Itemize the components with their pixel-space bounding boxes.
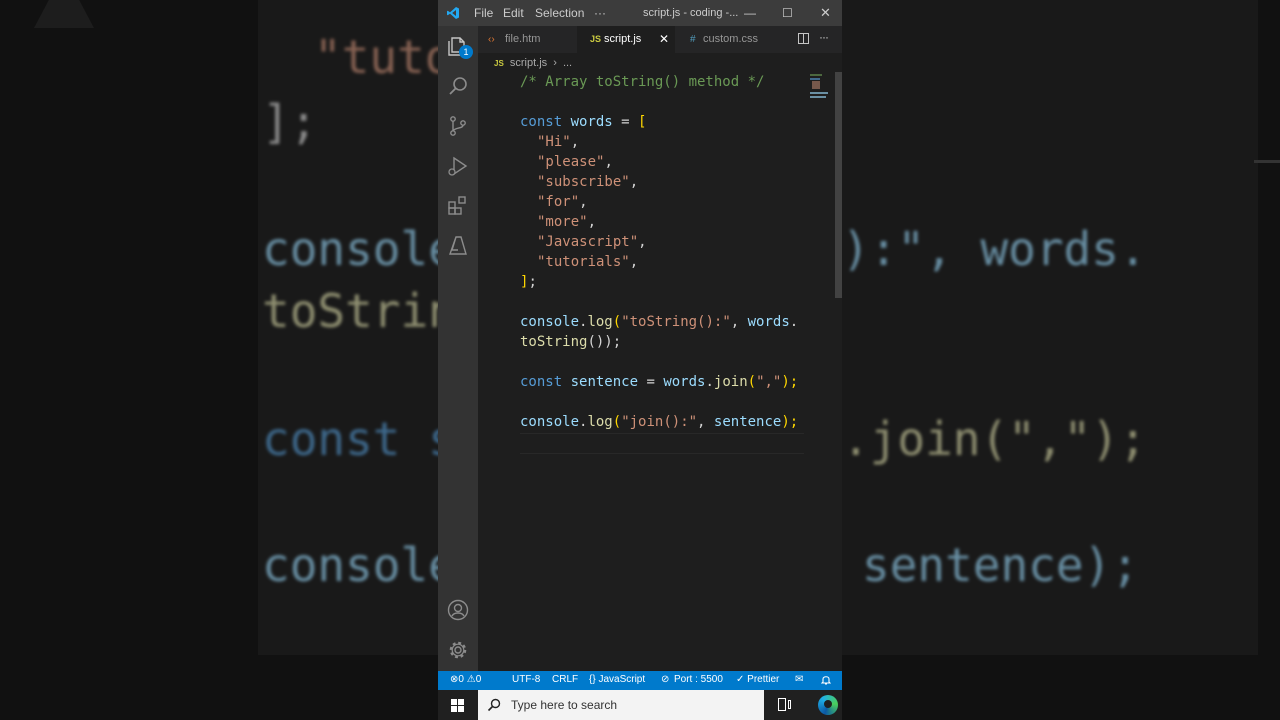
encoding-indicator[interactable]: UTF-8: [512, 674, 540, 685]
menu-edit[interactable]: Edit: [503, 6, 524, 20]
maximize-button[interactable]: ☐: [782, 6, 793, 20]
status-bar: ⊗0 ⚠0 UTF-8 CRLF {} JavaScript ⊘ Port : …: [438, 671, 842, 690]
tab-close-icon[interactable]: ✕: [659, 26, 669, 53]
breadcrumb-chevron-icon: ›: [553, 57, 557, 69]
code-line-14: toString());: [520, 334, 622, 350]
explorer-badge: 1: [459, 45, 473, 59]
code-line-13: console.log("toString():", words.: [520, 314, 799, 330]
live-server-port[interactable]: Port : 5500: [674, 674, 723, 685]
warning-icon: ⚠: [466, 674, 476, 685]
feedback-icon[interactable]: ✉: [795, 674, 803, 685]
background-code-line: ):", words.: [842, 222, 1147, 276]
code-line-18: console.log("join():", sentence);: [520, 414, 799, 430]
settings-gear-icon[interactable]: [446, 638, 470, 662]
error-count: 0: [458, 674, 464, 685]
prettier-status[interactable]: ✓ Prettier: [736, 674, 779, 685]
search-icon[interactable]: [446, 74, 470, 98]
background-code-line: sentence);: [862, 538, 1139, 592]
css-file-icon: #: [690, 34, 696, 45]
task-view-icon[interactable]: [778, 698, 792, 711]
more-actions-icon[interactable]: ···: [819, 30, 829, 44]
tab-label: script.js: [604, 33, 642, 45]
array-item-line: "Javascript",: [537, 234, 647, 250]
editor-scrollbar[interactable]: [833, 72, 842, 672]
code-line-16: const sentence = words.join(",");: [520, 374, 799, 390]
tab-file-htm[interactable]: ‹› file.htm: [478, 26, 576, 53]
code-line-11: ];: [520, 274, 537, 290]
close-window-button[interactable]: ✕: [820, 5, 831, 21]
menu-selection[interactable]: Selection: [535, 6, 584, 20]
vscode-logo-icon: [447, 7, 459, 19]
title-bar: File Edit Selection ··· script.js - codi…: [438, 0, 842, 26]
notifications-bell-icon[interactable]: [820, 674, 832, 688]
source-control-icon[interactable]: [446, 114, 470, 138]
array-item-line: "please",: [537, 154, 613, 170]
activity-bar: 1: [438, 26, 478, 671]
background-code-line: toStrin: [262, 284, 456, 338]
edge-browser-icon[interactable]: [818, 695, 838, 715]
background-code-line: .join(",");: [842, 412, 1147, 466]
window-title: script.js - coding -...: [643, 7, 739, 19]
menu-more[interactable]: ···: [594, 6, 606, 20]
code-line-1: /* Array toString() method */: [520, 74, 765, 90]
warning-count: 0: [475, 674, 482, 685]
background-code-line: const s: [262, 412, 456, 466]
array-item-line: "Hi",: [537, 134, 580, 150]
split-editor-icon[interactable]: [798, 33, 809, 44]
background-code-line: console: [262, 222, 456, 276]
breadcrumb: JS script.js › ...: [494, 57, 572, 69]
array-item-line: "for",: [537, 194, 588, 210]
array-item-line: "subscribe",: [537, 174, 639, 190]
js-file-icon: JS: [590, 34, 602, 44]
array-item-line: "more",: [537, 214, 597, 230]
array-item-line: "tutorials",: [537, 254, 639, 270]
tab-custom-css[interactable]: # custom.css: [676, 26, 776, 53]
search-icon: [487, 698, 501, 712]
eol-indicator[interactable]: CRLF: [552, 674, 578, 685]
background-code-line: console: [262, 538, 456, 592]
language-mode[interactable]: {} JavaScript: [589, 674, 645, 685]
breadcrumb-js-icon: JS: [494, 59, 504, 68]
editor-tabs: ‹› file.htm JS script.js ✕ # custom.css …: [478, 26, 842, 53]
windows-taskbar: Type here to search: [438, 690, 842, 720]
windows-start-icon[interactable]: [451, 699, 464, 712]
extensions-icon[interactable]: [446, 194, 470, 218]
search-placeholder: Type here to search: [511, 698, 618, 712]
azure-icon[interactable]: [446, 234, 470, 258]
breadcrumb-file[interactable]: script.js: [510, 57, 547, 69]
background-code-line: ];: [262, 95, 318, 149]
menu-file[interactable]: File: [474, 6, 493, 20]
vscode-window: File Edit Selection ··· script.js - codi…: [438, 0, 842, 690]
scrollbar-thumb[interactable]: [835, 72, 842, 298]
tab-label: custom.css: [703, 33, 759, 45]
current-line-highlight: [520, 433, 804, 454]
tab-script-js[interactable]: JS script.js ✕: [577, 26, 675, 53]
problems-indicator[interactable]: ⊗0 ⚠0: [450, 674, 481, 685]
live-server-icon: ⊘: [661, 674, 670, 685]
account-icon[interactable]: [446, 598, 470, 622]
background-logo: [34, 0, 94, 28]
breadcrumb-rest[interactable]: ...: [563, 57, 572, 69]
background-scroll-mark: [1254, 160, 1280, 163]
tab-label: file.htm: [505, 33, 541, 45]
minimize-button[interactable]: —: [744, 6, 756, 20]
code-line-3: const words = [: [520, 114, 647, 130]
run-debug-icon[interactable]: [446, 154, 470, 178]
html-file-icon: ‹›: [488, 34, 495, 45]
taskbar-search-box[interactable]: Type here to search: [478, 690, 764, 720]
minimap[interactable]: [810, 72, 832, 100]
background-code-line: "tuto: [314, 30, 453, 84]
